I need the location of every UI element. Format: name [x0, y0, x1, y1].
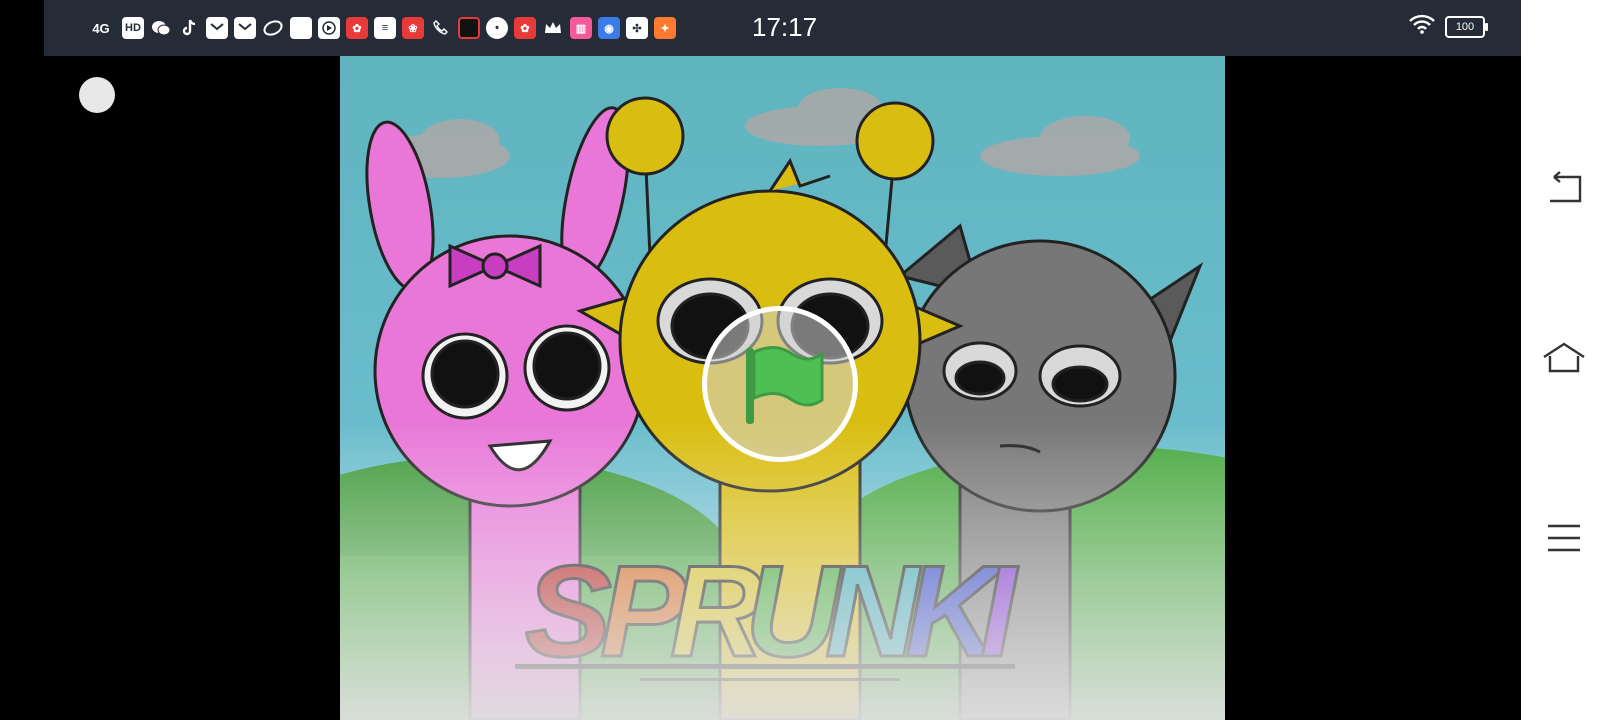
- floating-assist-button[interactable]: [79, 77, 115, 113]
- app-icon: ✿: [346, 17, 368, 39]
- app-icon: ✦: [654, 17, 676, 39]
- status-right: 100: [1409, 14, 1488, 39]
- battery-icon: 100: [1445, 15, 1488, 38]
- app-icon: [262, 17, 284, 39]
- crown-icon: [542, 17, 564, 39]
- phone-icon: [430, 17, 452, 39]
- notification-icons: 4G HD ✿ ≡ ❀ • ✿ ▥ ◉ ✣ ✦: [86, 16, 676, 40]
- app-icon: [290, 17, 312, 39]
- mail-icon: [206, 17, 228, 39]
- back-icon: [1544, 170, 1584, 210]
- menu-icon: [1546, 523, 1582, 558]
- home-icon: [1541, 341, 1587, 380]
- app-icon: ✿: [514, 17, 536, 39]
- network-4g-icon: 4G: [86, 17, 116, 39]
- home-button[interactable]: [1541, 340, 1587, 380]
- app-icon: ✣: [626, 17, 648, 39]
- hd-icon: HD: [122, 17, 144, 39]
- back-button[interactable]: [1541, 170, 1587, 210]
- clock: 17:17: [752, 12, 818, 42]
- play-icon: [318, 17, 340, 39]
- game-canvas[interactable]: S P R U N K I: [340, 56, 1225, 720]
- menu-button[interactable]: [1541, 520, 1587, 560]
- app-icon: •: [486, 17, 508, 39]
- navigation-panel: [1521, 0, 1606, 720]
- app-icon: [458, 17, 480, 39]
- green-flag-start-button[interactable]: [702, 306, 858, 462]
- battery-level: 100: [1455, 20, 1475, 33]
- wifi-icon: [1409, 14, 1435, 39]
- green-flag-icon: [732, 334, 828, 435]
- app-icon: ▥: [570, 17, 592, 39]
- app-icon: ❀: [402, 17, 424, 39]
- tiktok-icon: [178, 17, 200, 39]
- wechat-icon: [150, 17, 172, 39]
- network-label: 4G: [92, 20, 110, 36]
- app-icon: ≡: [374, 17, 396, 39]
- app-icon: ◉: [598, 17, 620, 39]
- status-bar: 4G HD ✿ ≡ ❀ • ✿ ▥ ◉ ✣ ✦ 17:17 100: [44, 0, 1521, 56]
- mail-icon: [234, 17, 256, 39]
